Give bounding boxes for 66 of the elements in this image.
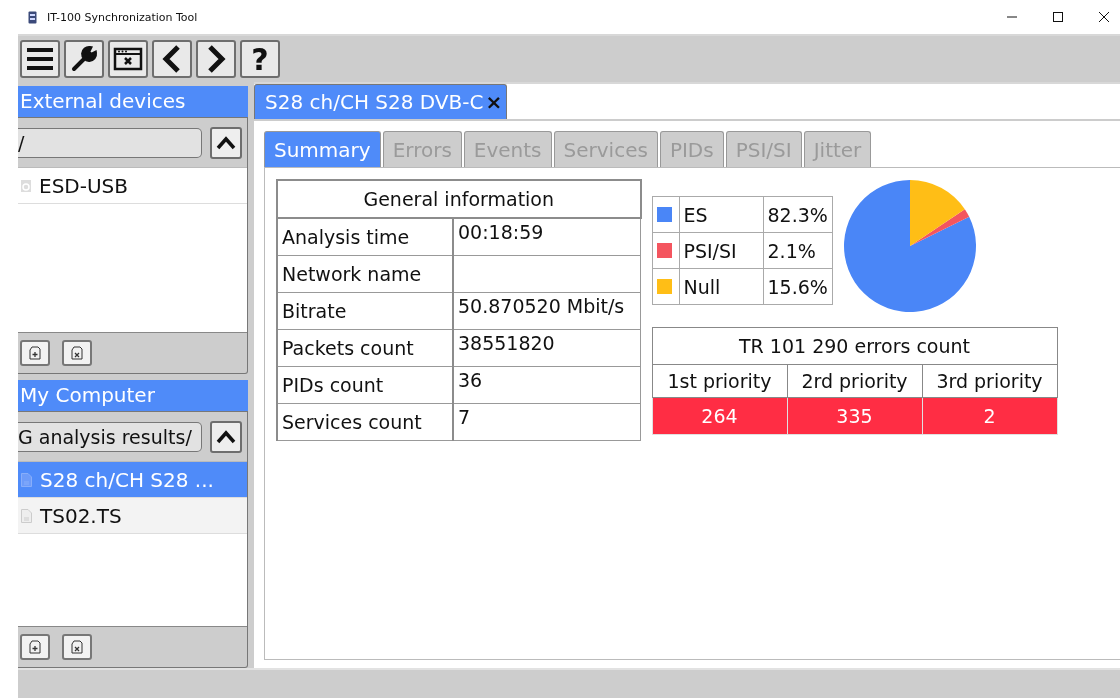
table-cell: 15.6%	[763, 268, 833, 305]
table-cell: 7	[453, 403, 641, 441]
forward-button[interactable]	[196, 40, 236, 78]
document-tab[interactable]: S28 ch/CH S28 DVB-C×	[254, 84, 508, 119]
table-cell: 335	[787, 397, 922, 435]
window-title: IT-100 Synchronization Tool	[47, 10, 198, 24]
wrench-button[interactable]	[64, 40, 104, 78]
table-cell: 00:18:59	[453, 218, 641, 256]
table-cell: Network name	[277, 255, 453, 293]
table-cell: Services count	[277, 403, 453, 441]
table-title: TR 101 290 errors count	[652, 327, 1057, 365]
table-cell: Bitrate	[277, 292, 453, 330]
tab[interactable]: Summary	[264, 131, 381, 167]
wrench-icon	[70, 45, 98, 73]
file-icon	[21, 472, 32, 487]
item-label: ESD-USB	[39, 173, 128, 198]
add-file-icon	[29, 640, 41, 654]
panel-header: External devices	[18, 86, 248, 117]
list-item[interactable]: S28 ch/CH S28 ...	[18, 462, 247, 498]
table-cell: 50.870520 Mbit/s	[453, 292, 641, 330]
column-header: 2rd priority	[787, 364, 922, 398]
table-cell: 2	[922, 397, 1057, 435]
table-cell: PIDs count	[277, 366, 453, 404]
remove-file-button[interactable]	[62, 340, 92, 366]
table-cell: 2.1%	[763, 232, 833, 269]
column-header: 3rd priority	[922, 364, 1057, 398]
tab-title: S28 ch/CH S28 DVB-C	[265, 90, 484, 114]
table-cell: 264	[652, 397, 787, 435]
item-label: S28 ch/CH S28 ...	[40, 467, 214, 492]
table-title: General information	[277, 180, 641, 218]
chevron-up-icon	[216, 430, 236, 444]
add-file-button[interactable]	[20, 634, 50, 660]
table-cell: Null	[679, 268, 763, 305]
table-cell: ES	[679, 196, 763, 233]
up-button[interactable]	[210, 127, 242, 159]
table-cell: 82.3%	[763, 196, 833, 233]
menu-button[interactable]	[20, 40, 60, 78]
add-file-button[interactable]	[20, 340, 50, 366]
table-cell: Analysis time	[277, 218, 453, 256]
close-tab-button[interactable]: ×	[485, 90, 503, 114]
table-cell: PSI/SI	[679, 232, 763, 269]
up-button[interactable]	[210, 421, 242, 453]
panel-header: My Computer	[18, 380, 248, 411]
drive-icon	[21, 179, 31, 192]
remove-file-icon	[71, 346, 83, 360]
table-cell: 36	[453, 366, 641, 404]
item-label: TS02.TS	[40, 503, 122, 528]
back-button[interactable]	[152, 40, 192, 78]
table-cell: Packets count	[277, 329, 453, 367]
remove-file-button[interactable]	[62, 634, 92, 660]
file-icon	[21, 508, 32, 523]
help-button[interactable]: ?	[240, 40, 280, 78]
column-header: 1st priority	[652, 364, 787, 398]
table-cell: 38551820	[453, 329, 641, 367]
remove-file-icon	[71, 640, 83, 654]
list-item[interactable]: TS02.TS	[18, 498, 247, 534]
path-field[interactable]: /	[18, 128, 202, 158]
path-field[interactable]: G analysis results/	[18, 422, 202, 452]
app-icon	[28, 10, 37, 24]
window-close-icon	[113, 46, 143, 72]
chevron-up-icon	[216, 136, 236, 150]
window-close-button[interactable]	[108, 40, 148, 78]
maximize-icon[interactable]	[1052, 11, 1064, 23]
add-file-icon	[29, 346, 41, 360]
close-icon[interactable]	[1098, 11, 1110, 23]
menu-icon	[25, 47, 55, 71]
